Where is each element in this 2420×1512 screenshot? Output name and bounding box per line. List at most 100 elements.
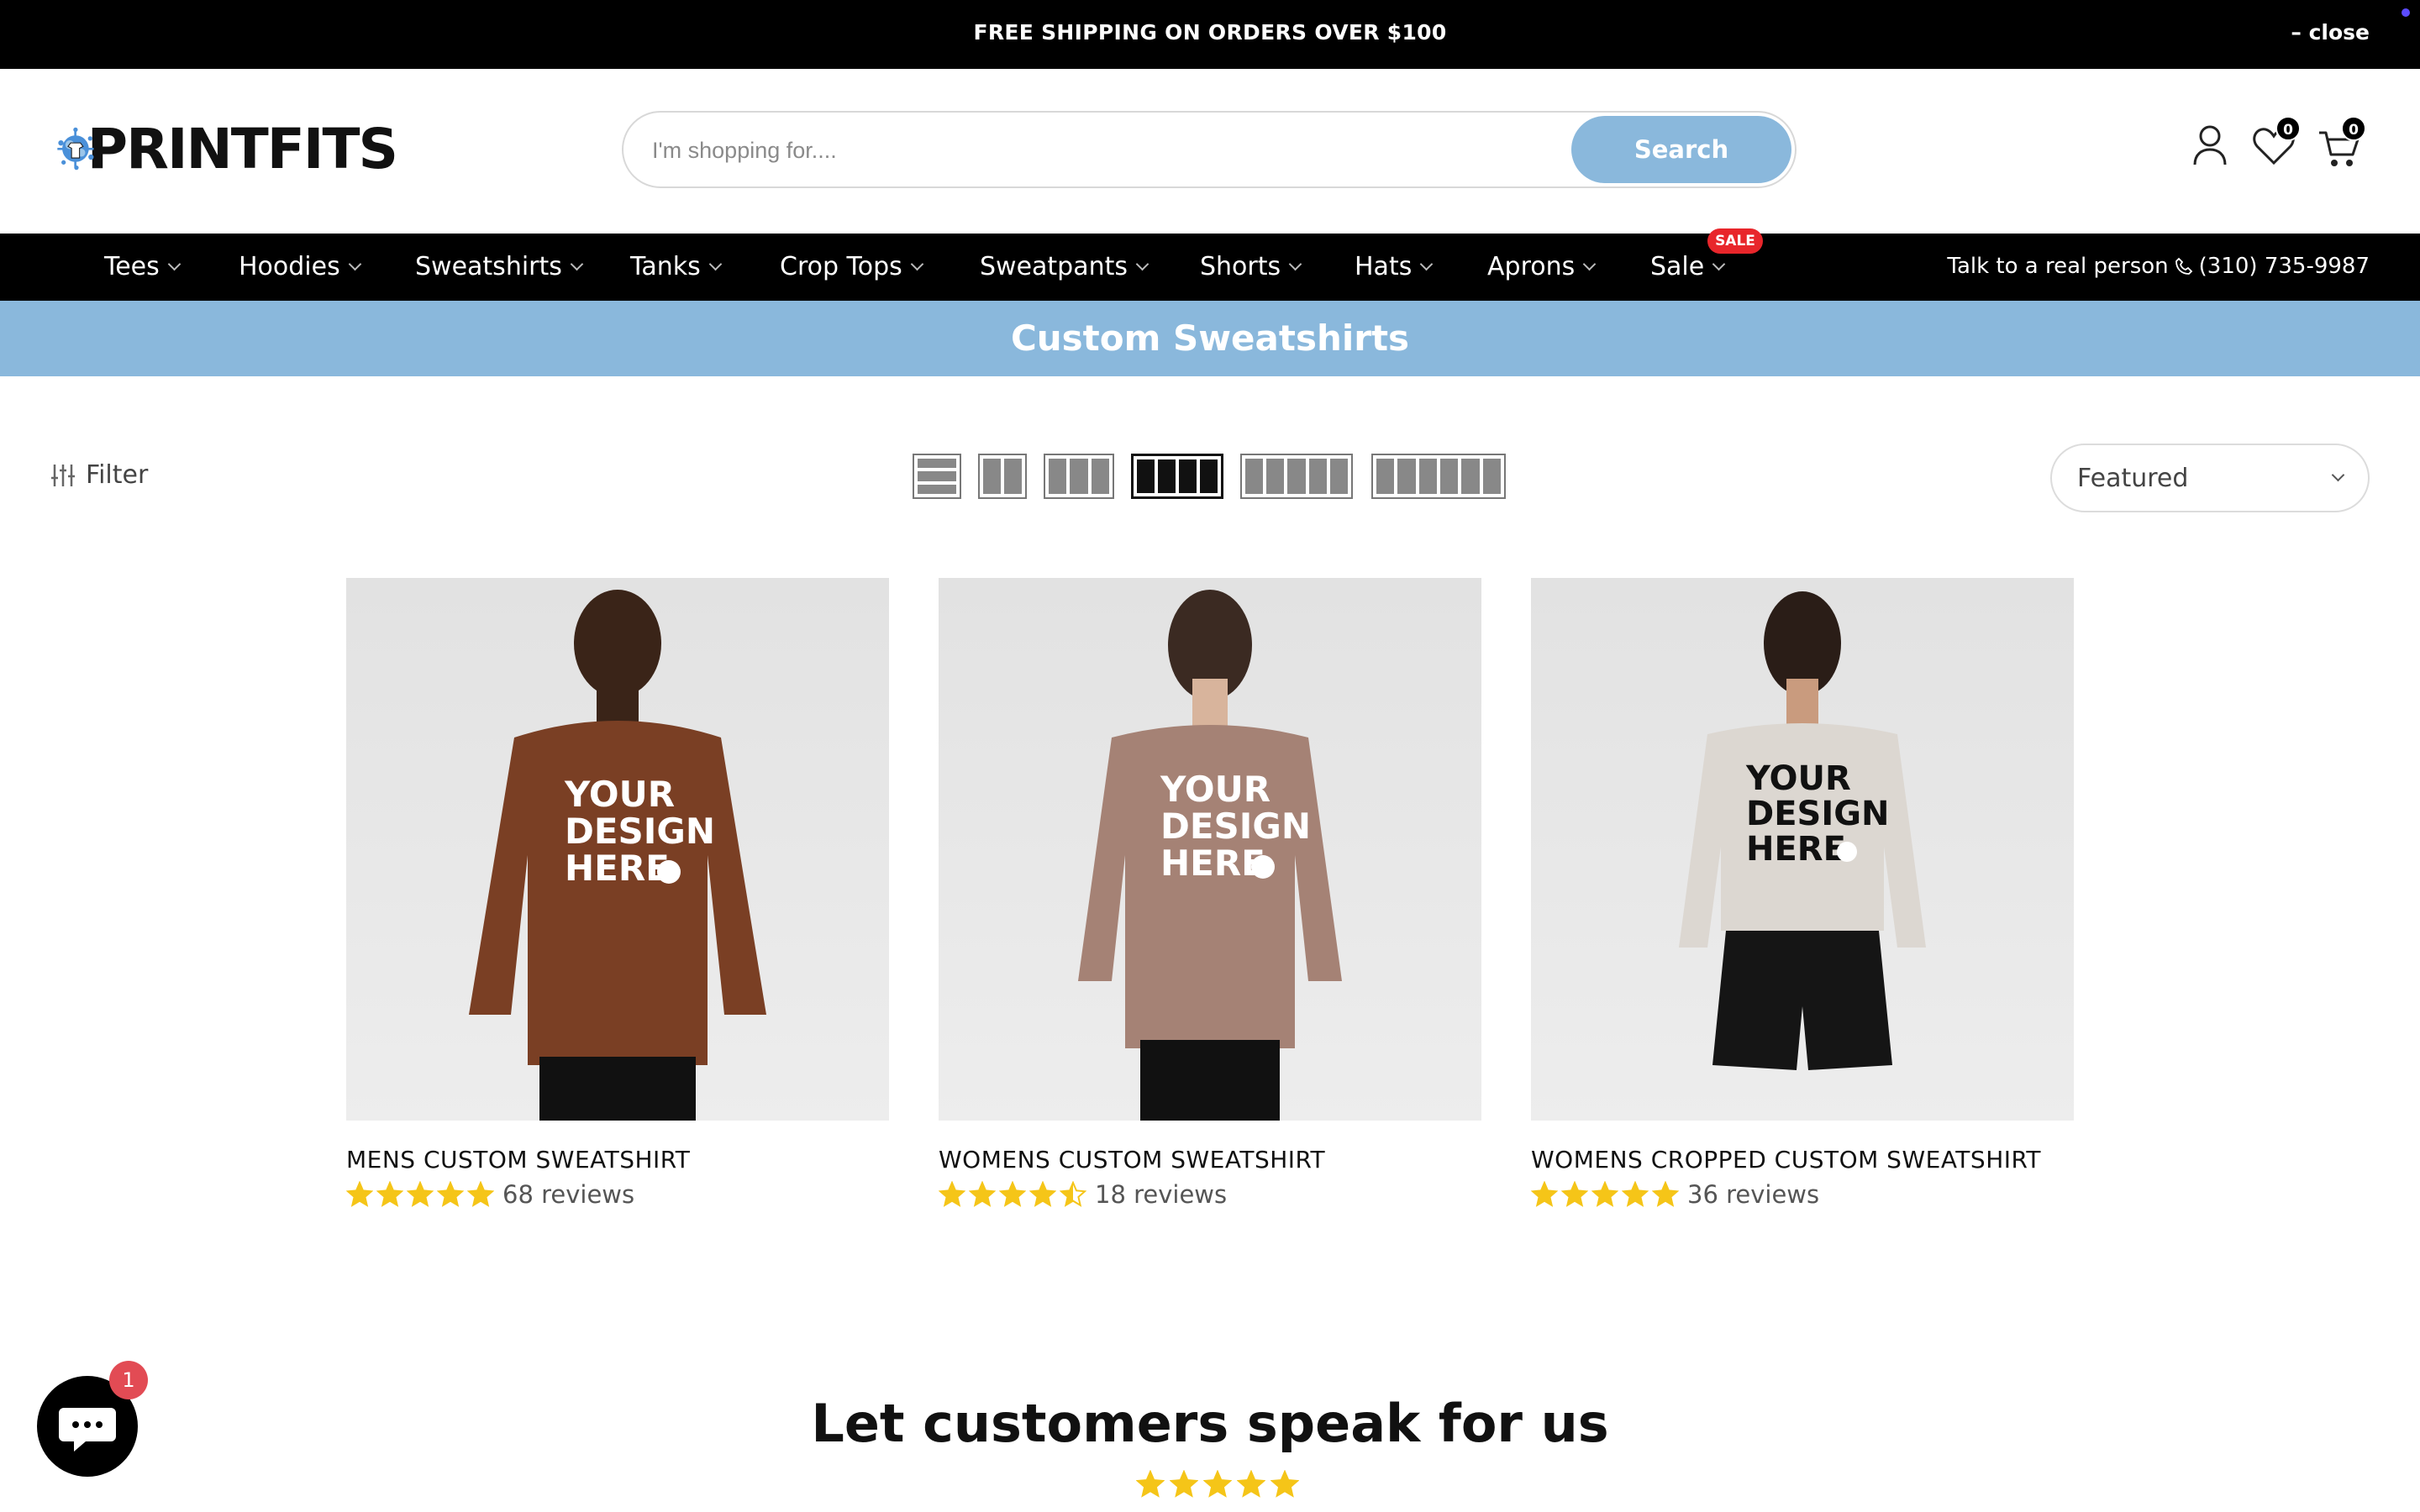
product-rating: 18 reviews: [939, 1180, 1481, 1209]
star-full-icon: [1170, 1470, 1198, 1498]
star-full-icon: [1622, 1181, 1649, 1207]
search-input[interactable]: [652, 131, 1551, 170]
nav-item-shorts[interactable]: Shorts: [1200, 252, 1302, 281]
star-full-icon: [1136, 1470, 1165, 1498]
sort-select[interactable]: Featured: [2050, 444, 2370, 512]
filter-button[interactable]: Filter: [50, 460, 148, 490]
star-rating: [346, 1181, 494, 1208]
nav-item-tanks[interactable]: Tanks: [630, 252, 723, 281]
star-full-icon: [1531, 1181, 1558, 1207]
star-full-icon: [467, 1181, 494, 1207]
star-full-icon: [1652, 1181, 1679, 1207]
product-image[interactable]: YOUR DESIGN HERE: [1531, 578, 2074, 1121]
sale-badge: SALE: [1707, 228, 1763, 254]
chevron-down-icon: [1420, 257, 1434, 271]
product-rating: 68 reviews: [346, 1180, 889, 1209]
star-half-icon: [1060, 1181, 1086, 1207]
collection-header: Custom Sweatshirts: [0, 301, 2420, 376]
print-line-2: DESIGN: [565, 811, 715, 852]
nav-item-crop-tops[interactable]: Crop Tops: [780, 252, 924, 281]
star-full-icon: [939, 1181, 965, 1207]
nav-item-tees[interactable]: Tees: [104, 252, 182, 281]
chevron-down-icon: [2331, 468, 2345, 482]
nav-item-sale[interactable]: Sale: [1650, 252, 1726, 281]
print-line-1: YOUR: [1160, 769, 1270, 810]
star-full-icon: [437, 1181, 464, 1207]
phone-number: (310) 735-9987: [2198, 254, 2370, 279]
print-line-1: YOUR: [564, 774, 675, 815]
print-line-1: YOUR: [1745, 759, 1851, 798]
view-2-columns-button[interactable]: [978, 454, 1027, 499]
testimonials-heading: Let customers speak for us: [811, 1393, 1609, 1454]
nav-label: Sweatshirts: [415, 252, 562, 281]
logo-wordmark: PRINTFITS: [87, 116, 398, 181]
grid-6-icon: [1376, 459, 1395, 494]
nav-item-sweatpants[interactable]: Sweatpants: [980, 252, 1150, 281]
star-full-icon: [376, 1181, 403, 1207]
view-4-columns-button[interactable]: [1131, 454, 1223, 499]
cart-count-badge: 0: [2341, 116, 2366, 141]
chevron-down-icon: [1712, 257, 1726, 271]
nav-label: Crop Tops: [780, 252, 902, 281]
product-rating: 36 reviews: [1531, 1180, 2074, 1209]
review-count[interactable]: 18 reviews: [1095, 1180, 1227, 1209]
view-3-columns-button[interactable]: [1044, 454, 1114, 499]
star-full-icon: [1561, 1181, 1588, 1207]
chevron-down-icon: [708, 257, 723, 271]
print-line-3: HERE: [1746, 830, 1846, 869]
notification-dot: [2402, 8, 2410, 17]
list-view-icon: [918, 459, 956, 469]
search-bar: Search: [622, 111, 1797, 188]
product-title[interactable]: MENS CUSTOM SWEATSHIRT: [346, 1146, 889, 1173]
star-rating: [939, 1181, 1086, 1208]
sweatshirt-model-image: YOUR DESIGN HERE: [1078, 590, 1342, 1121]
announcement-bar: FREE SHIPPING ON ORDERS OVER $100 – clos…: [0, 0, 2420, 69]
product-image[interactable]: YOUR DESIGN HERE: [939, 578, 1481, 1121]
review-count[interactable]: 68 reviews: [502, 1180, 634, 1209]
user-icon: [2193, 125, 2227, 165]
chat-unread-badge: 1: [109, 1361, 148, 1399]
view-6-columns-button[interactable]: [1371, 454, 1506, 499]
print-line-2: DESIGN: [1160, 806, 1311, 847]
testimonials-star-rating: [1136, 1470, 1299, 1499]
grid-2-icon: [983, 459, 1001, 494]
account-button[interactable]: [2186, 121, 2233, 171]
contact-phone-link[interactable]: Talk to a real person (310) 735-9987: [1947, 254, 2370, 279]
site-logo[interactable]: PRINTFITS: [52, 102, 398, 195]
announcement-close-button[interactable]: – close: [2291, 20, 2370, 45]
paint-splash-logo-icon: [57, 127, 94, 171]
product-title[interactable]: WOMENS CROPPED CUSTOM SWEATSHIRT: [1531, 1146, 2074, 1173]
grid-5-icon: [1245, 459, 1264, 494]
nav-item-hoodies[interactable]: Hoodies: [239, 252, 362, 281]
nav-label: Hats: [1355, 252, 1413, 281]
sweatshirt-model-image: YOUR DESIGN HERE: [469, 590, 766, 1121]
review-count[interactable]: 36 reviews: [1687, 1180, 1819, 1209]
chevron-down-icon: [1135, 257, 1150, 271]
print-line-2: DESIGN: [1746, 795, 1890, 833]
sliders-icon: [51, 464, 75, 486]
product-title[interactable]: WOMENS CUSTOM SWEATSHIRT: [939, 1146, 1481, 1173]
nav-item-aprons[interactable]: Aprons: [1487, 252, 1597, 281]
view-5-columns-button[interactable]: [1240, 454, 1353, 499]
star-full-icon: [346, 1181, 373, 1207]
chevron-down-icon: [167, 257, 182, 271]
search-button[interactable]: Search: [1571, 116, 1791, 183]
nav-label: Hoodies: [239, 252, 340, 281]
shirt: [469, 721, 766, 1065]
nav-item-sweatshirts[interactable]: Sweatshirts: [415, 252, 584, 281]
nav-label: Aprons: [1487, 252, 1576, 281]
wishlist-button[interactable]: 0: [2250, 116, 2301, 171]
product-card: YOUR DESIGN HERE MENS CUSTOM SWEATSHIRT …: [346, 578, 889, 1209]
chevron-down-icon: [910, 257, 924, 271]
phone-icon: [2175, 257, 2192, 275]
star-full-icon: [1270, 1470, 1299, 1498]
product-image[interactable]: YOUR DESIGN HERE: [346, 578, 889, 1121]
cart-button[interactable]: 0: [2316, 116, 2366, 171]
print-line-3: HERE: [565, 848, 670, 889]
nav-label: Shorts: [1200, 252, 1281, 281]
nav-label: Sweatpants: [980, 252, 1128, 281]
contact-text: Talk to a real person: [1947, 254, 2169, 279]
view-list-button[interactable]: [913, 454, 961, 499]
star-full-icon: [999, 1181, 1026, 1207]
nav-item-hats[interactable]: Hats: [1355, 252, 1434, 281]
